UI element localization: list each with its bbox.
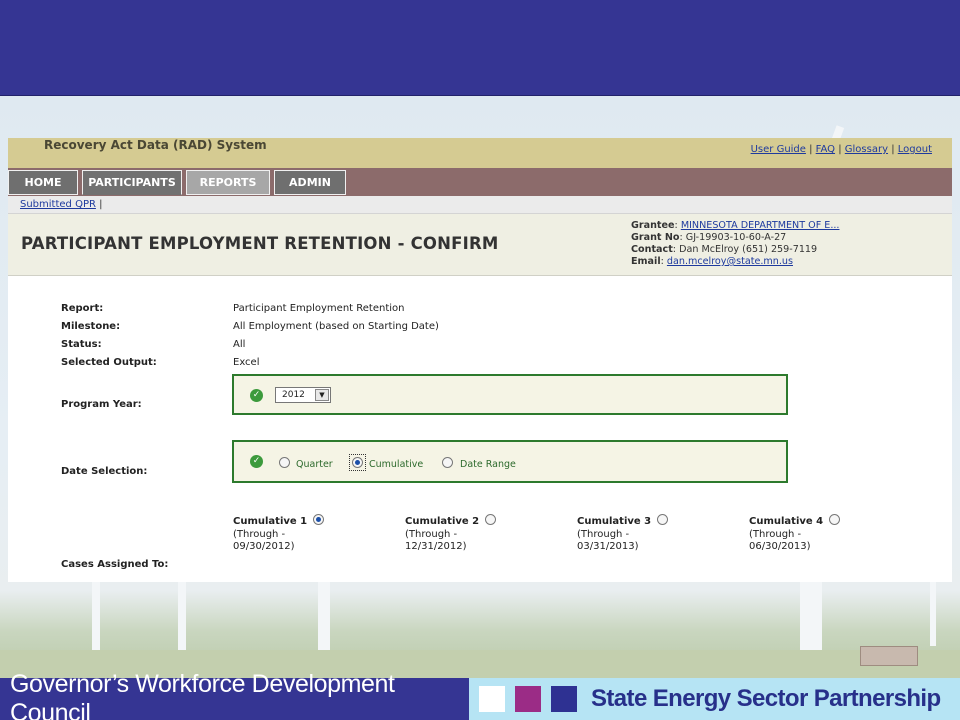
selected-output-label: Selected Output:: [61, 357, 157, 368]
cumulative-1-title: Cumulative 1: [233, 516, 308, 527]
quarter-radio[interactable]: [279, 457, 290, 468]
status-label: Status:: [61, 339, 102, 350]
status-value: All: [233, 339, 246, 350]
app-header: Recovery Act Data (RAD) System User Guid…: [8, 138, 952, 168]
cumulative-4-radio[interactable]: [829, 514, 840, 525]
slide-header-band: [0, 0, 960, 96]
cumulative-1-line1: (Through -: [233, 529, 286, 540]
cumulative-4-dates: (Through - 06/30/2013): [749, 529, 811, 553]
cumulative-radio[interactable]: [352, 457, 363, 468]
cumulative-3-line1: (Through -: [577, 529, 630, 540]
milestone-value: All Employment (based on Starting Date): [233, 321, 439, 332]
purple-square-icon: [515, 686, 541, 712]
cumulative-2-line2: 12/31/2012): [405, 541, 467, 552]
cumulative-1-radio[interactable]: [313, 514, 324, 525]
logout-link[interactable]: Logout: [898, 144, 932, 155]
grant-no-value: GJ-19903-10-60-A-27: [685, 232, 787, 243]
cumulative-1-dates: (Through - 09/30/2012): [233, 529, 295, 553]
chevron-down-icon: ▼: [315, 389, 329, 401]
cumulative-2-dates: (Through - 12/31/2012): [405, 529, 467, 553]
sesp-title: State Energy Sector Partnership: [591, 685, 941, 712]
date-range-radio[interactable]: [442, 457, 453, 468]
program-year-select[interactable]: 2012 ▼: [275, 387, 331, 403]
selected-output-value: Excel: [233, 357, 260, 368]
tab-reports[interactable]: REPORTS: [186, 170, 270, 195]
program-year-label: Program Year:: [61, 399, 142, 410]
grantee-info: Grantee: MINNESOTA DEPARTMENT OF E... Gr…: [631, 220, 840, 267]
check-icon: ✓: [250, 389, 263, 402]
report-label: Report:: [61, 303, 104, 314]
cumulative-4-line1: (Through -: [749, 529, 802, 540]
sesp-banner: State Energy Sector Partnership: [469, 678, 960, 720]
date-range-label: Date Range: [460, 459, 516, 470]
grant-no-label: Grant No: [631, 232, 680, 243]
report-value: Participant Employment Retention: [233, 303, 405, 314]
cumulative-3-radio[interactable]: [657, 514, 668, 525]
faq-link[interactable]: FAQ: [816, 144, 835, 155]
cumulative-2-line1: (Through -: [405, 529, 458, 540]
email-link[interactable]: dan.mcelroy@state.mn.us: [667, 256, 793, 267]
date-selection-label: Date Selection:: [61, 466, 148, 477]
user-guide-link[interactable]: User Guide: [751, 144, 806, 155]
contact-label: Contact: [631, 244, 673, 255]
utility-links: User Guide | FAQ | Glossary | Logout: [750, 144, 932, 155]
check-icon: ✓: [250, 455, 263, 468]
title-area: PARTICIPANT EMPLOYMENT RETENTION - CONFI…: [8, 214, 952, 276]
page-title: PARTICIPANT EMPLOYMENT RETENTION - CONFI…: [21, 234, 499, 253]
breadcrumb: Submitted QPR |: [8, 196, 952, 214]
cases-assigned-label: Cases Assigned To:: [61, 559, 169, 570]
app-title: Recovery Act Data (RAD) System: [44, 138, 267, 152]
tab-home[interactable]: HOME: [8, 170, 78, 195]
program-year-value: 2012: [282, 390, 305, 400]
cumulative-4-title: Cumulative 4: [749, 516, 824, 527]
cumulative-1-line2: 09/30/2012): [233, 541, 295, 552]
gwdc-title: Governor’s Workforce Development Council: [0, 670, 469, 720]
cumulative-3-title: Cumulative 3: [577, 516, 652, 527]
blue-square-icon: [551, 686, 577, 712]
program-year-box: ✓ 2012 ▼: [232, 374, 788, 415]
tab-admin[interactable]: ADMIN: [274, 170, 346, 195]
breadcrumb-separator: |: [99, 199, 103, 210]
grantee-link[interactable]: MINNESOTA DEPARTMENT OF E...: [681, 220, 840, 231]
cumulative-4-line2: 06/30/2013): [749, 541, 811, 552]
slide-footer: Governor’s Workforce Development Council…: [0, 670, 960, 720]
cumulative-2-radio[interactable]: [485, 514, 496, 525]
date-selection-box: ✓ Quarter Cumulative Date Range: [232, 440, 788, 483]
glossary-link[interactable]: Glossary: [845, 144, 888, 155]
white-square-icon: [479, 686, 505, 712]
rad-app-window: Recovery Act Data (RAD) System User Guid…: [8, 138, 952, 582]
email-label: Email: [631, 256, 661, 267]
contact-value: Dan McElroy (651) 259-7119: [679, 244, 818, 255]
cumulative-2-title: Cumulative 2: [405, 516, 480, 527]
grantee-label: Grantee: [631, 220, 675, 231]
main-nav: HOME PARTICIPANTS REPORTS ADMIN: [8, 168, 952, 196]
cumulative-3-dates: (Through - 03/31/2013): [577, 529, 639, 553]
quarter-label: Quarter: [296, 459, 333, 470]
submitted-qpr-link[interactable]: Submitted QPR: [20, 199, 96, 210]
cumulative-3-line2: 03/31/2013): [577, 541, 639, 552]
cumulative-label: Cumulative: [369, 459, 424, 470]
tab-participants[interactable]: PARTICIPANTS: [82, 170, 182, 195]
milestone-label: Milestone:: [61, 321, 121, 332]
